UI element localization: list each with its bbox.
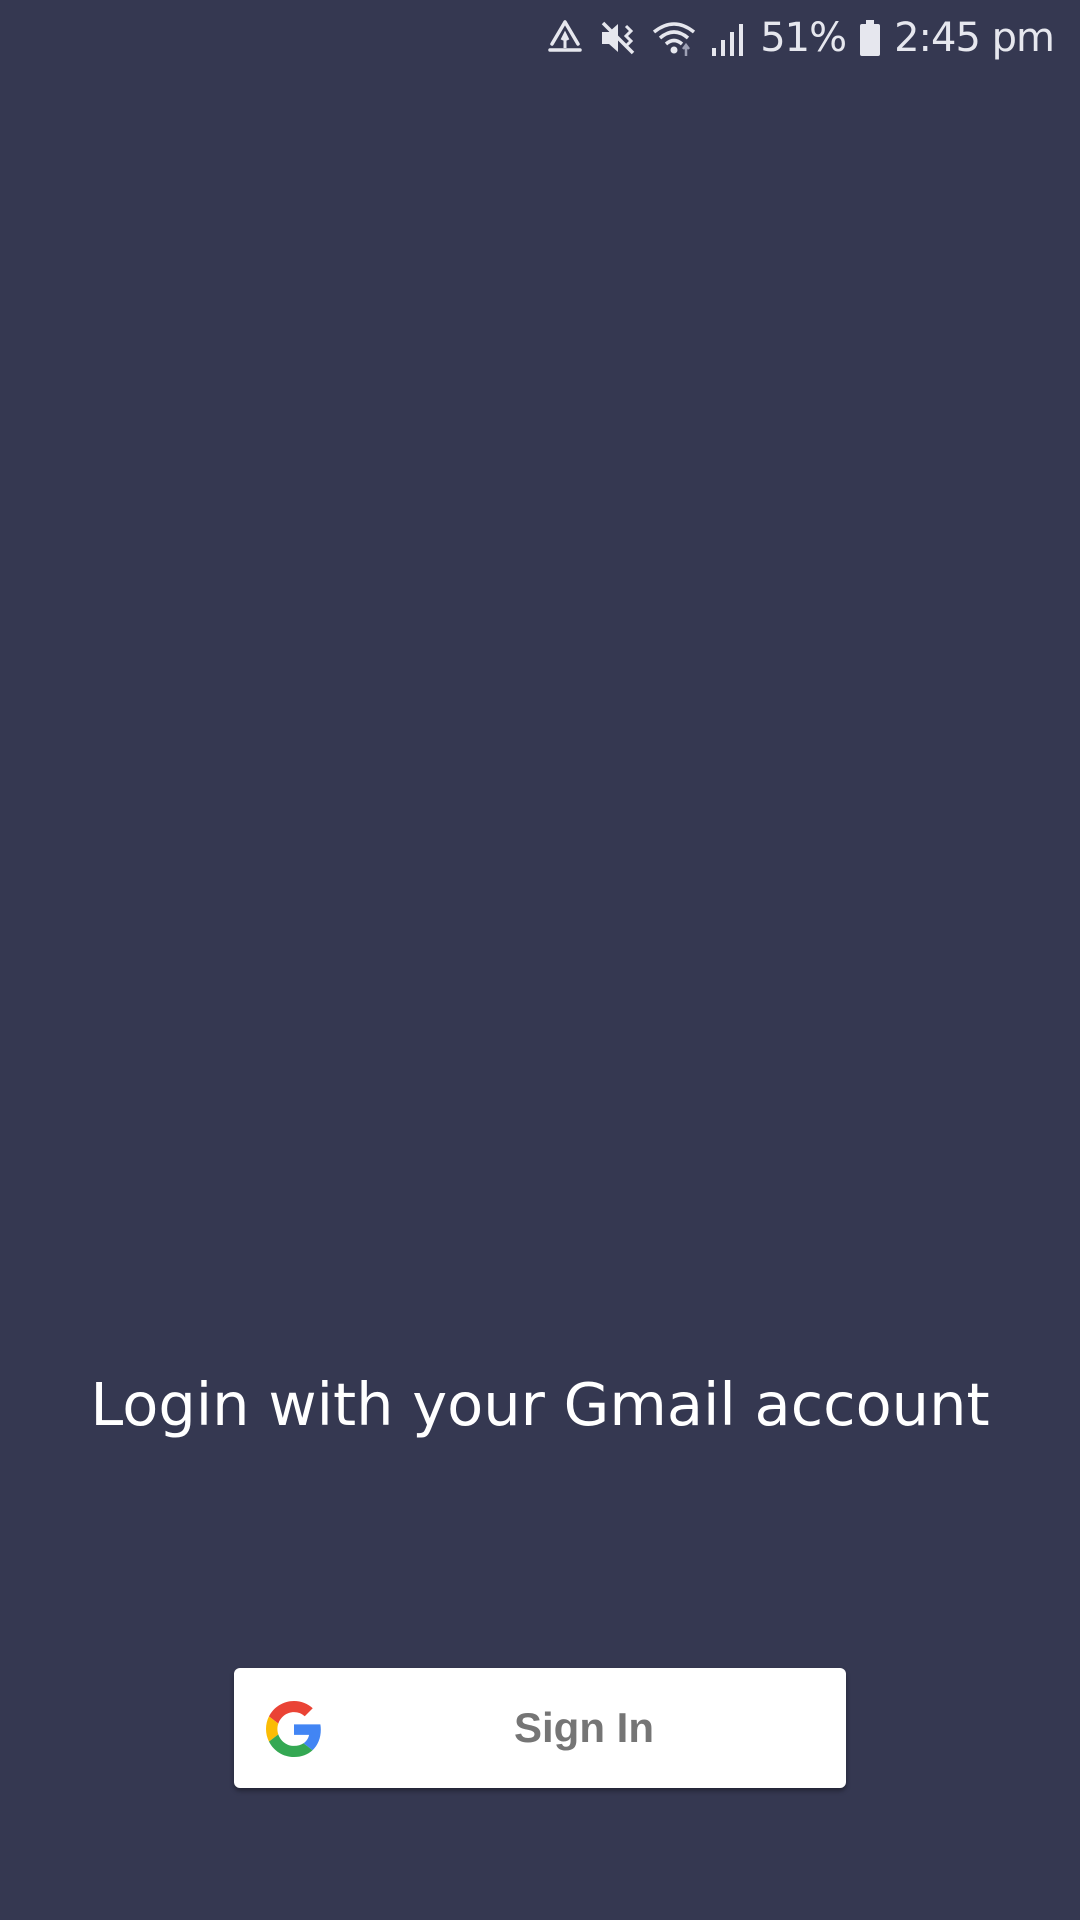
- battery-icon: [858, 18, 882, 58]
- google-sign-in-button[interactable]: Sign In: [234, 1668, 846, 1788]
- signal-icon: [710, 18, 748, 58]
- wifi-icon: [650, 18, 698, 58]
- vibrate-mute-icon: [598, 18, 638, 58]
- status-bar: 51% 2:45 pm: [0, 0, 1080, 78]
- status-icons: 51% 2:45 pm: [544, 10, 1055, 66]
- battery-percent: 51%: [760, 15, 847, 61]
- google-logo-icon: [266, 1701, 322, 1757]
- recycle-icon: [544, 18, 586, 58]
- clock: 2:45 pm: [894, 15, 1055, 61]
- login-prompt: Login with your Gmail account: [90, 1370, 990, 1439]
- sign-in-label: Sign In: [514, 1704, 654, 1751]
